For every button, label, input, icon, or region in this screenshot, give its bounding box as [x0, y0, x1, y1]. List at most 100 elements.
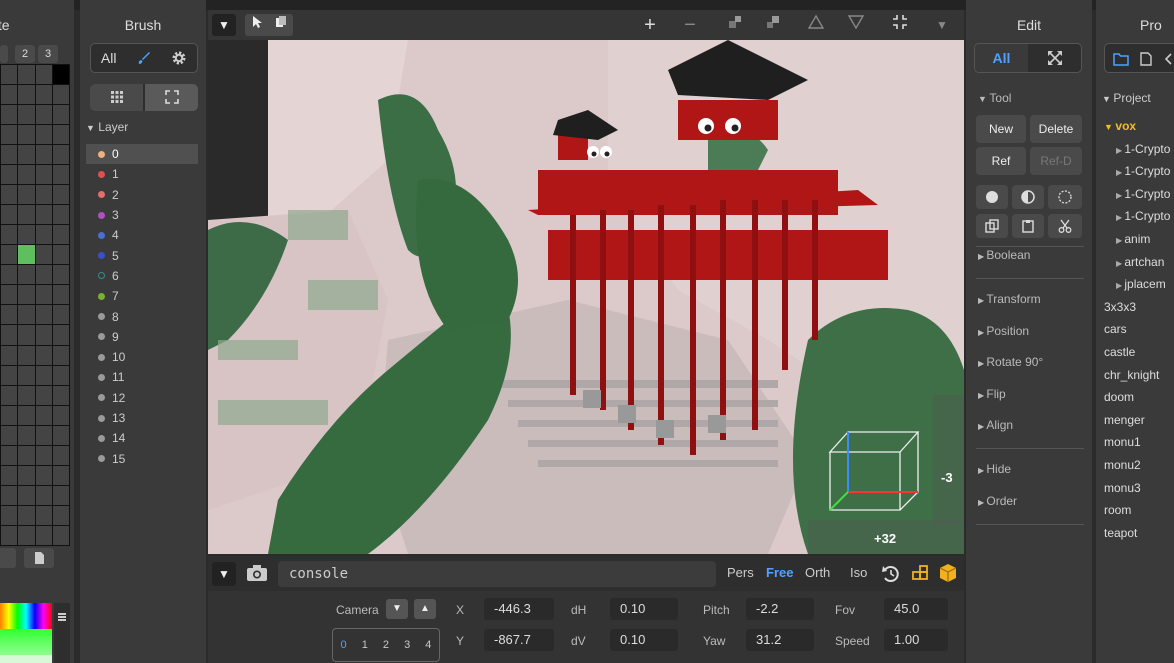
palette-swatch[interactable] [1, 385, 18, 405]
box-icon[interactable] [939, 563, 957, 586]
palette-swatch[interactable] [18, 65, 35, 85]
project-file[interactable]: chr_knight [1104, 364, 1174, 387]
palette-swatch[interactable] [35, 385, 52, 405]
palette-swatch[interactable] [52, 65, 69, 85]
palette-swatch[interactable] [35, 245, 52, 265]
brush-mode-all[interactable]: All [91, 44, 126, 72]
project-subfolder[interactable]: ▶ 1-Crypto [1104, 183, 1174, 206]
new-button[interactable]: New [976, 115, 1026, 143]
palette-swatch[interactable] [1, 505, 18, 525]
layer-item[interactable]: 5 [86, 245, 198, 265]
layer-item[interactable]: 6 [86, 266, 198, 286]
console-menu-button[interactable]: ▼ [212, 562, 236, 586]
palette-swatch[interactable] [1, 105, 18, 125]
palette-swatch[interactable] [52, 445, 69, 465]
layer-item[interactable]: 3 [86, 205, 198, 225]
palette-swatch[interactable] [18, 205, 35, 225]
palette-swatch[interactable] [1, 85, 18, 105]
grid-view-button[interactable] [90, 84, 143, 111]
camera-slot-2[interactable]: 2 [383, 639, 389, 651]
camera-slot-1[interactable]: 1 [362, 639, 368, 651]
shrink-icon[interactable] [723, 14, 747, 36]
x-field[interactable]: -446.3 [484, 598, 554, 620]
palette-swatch[interactable] [1, 325, 18, 345]
yaw-field[interactable]: 31.2 [746, 629, 814, 651]
paste-button[interactable] [1012, 214, 1044, 238]
palette-swatch[interactable] [52, 345, 69, 365]
speed-field[interactable]: 1.00 [884, 629, 948, 651]
palette-swatch[interactable] [35, 65, 52, 85]
project-subfolder[interactable]: ▶ artchan [1104, 251, 1174, 274]
palette-swatch[interactable] [1, 65, 18, 85]
palette-tab-3[interactable]: 3 [38, 45, 58, 63]
project-subfolder[interactable]: ▶ 1-Crypto [1104, 138, 1174, 161]
palette-swatch[interactable] [18, 165, 35, 185]
palette-file-button[interactable] [24, 548, 54, 568]
color-picker-scroll[interactable] [54, 603, 70, 663]
palette-swatch[interactable] [52, 405, 69, 425]
project-file[interactable]: 3x3x3 [1104, 296, 1174, 319]
palette-swatch[interactable] [35, 85, 52, 105]
camera-next-button[interactable]: ▲ [414, 599, 436, 619]
project-file[interactable]: monu3 [1104, 477, 1174, 500]
layer-item[interactable]: 7 [86, 286, 198, 306]
palette-swatch[interactable] [1, 305, 18, 325]
palette-swatch[interactable] [1, 125, 18, 145]
camera-slot-0[interactable]: 0 [341, 639, 347, 651]
palette-swatch[interactable] [35, 205, 52, 225]
layer-item[interactable]: 8 [86, 306, 198, 326]
triangle-up-icon[interactable] [804, 14, 828, 36]
palette-swatch[interactable] [18, 285, 35, 305]
palette-swatch[interactable] [1, 145, 18, 165]
projection-orth[interactable]: Orth [805, 565, 830, 580]
layer-item[interactable]: 4 [86, 225, 198, 245]
project-file[interactable]: menger [1104, 409, 1174, 432]
palette-swatch[interactable] [52, 285, 69, 305]
palette-swatch[interactable] [18, 145, 35, 165]
projection-pers[interactable]: Pers [727, 565, 754, 580]
camera-icon[interactable] [246, 564, 268, 585]
copy-button[interactable] [976, 214, 1008, 238]
project-file[interactable]: teapot [1104, 522, 1174, 545]
fit-icon[interactable] [888, 14, 912, 36]
project-file[interactable]: castle [1104, 341, 1174, 364]
dotted-circle-button[interactable] [1048, 185, 1082, 209]
palette-swatch[interactable] [35, 425, 52, 445]
palette-swatch[interactable] [1, 365, 18, 385]
palette-swatch[interactable] [52, 485, 69, 505]
edit-section-hide[interactable]: ▶ Hide [978, 462, 1011, 476]
triangle-down-icon[interactable] [844, 14, 868, 36]
project-subfolder[interactable]: ▶ jplacem [1104, 273, 1174, 296]
palette-swatch[interactable] [52, 105, 69, 125]
palette-swatch[interactable] [52, 505, 69, 525]
ref-d-button[interactable]: Ref-D [1030, 147, 1082, 175]
project-subfolder[interactable]: ▶ 1-Crypto [1104, 205, 1174, 228]
palette-color-grid[interactable] [0, 64, 70, 546]
palette-swatch[interactable] [35, 305, 52, 325]
file-icon[interactable] [1139, 52, 1153, 66]
palette-swatch[interactable] [35, 465, 52, 485]
palette-swatch[interactable] [35, 345, 52, 365]
pitch-field[interactable]: -2.2 [746, 598, 814, 620]
palette-swatch[interactable] [18, 325, 35, 345]
copy-tool-button[interactable] [269, 14, 293, 36]
palette-swatch[interactable] [18, 465, 35, 485]
projection-free[interactable]: Free [766, 565, 793, 580]
layer-item[interactable]: 13 [86, 408, 198, 428]
palette-swatch[interactable] [35, 265, 52, 285]
palette-swatch[interactable] [1, 285, 18, 305]
palette-swatch[interactable] [35, 105, 52, 125]
palette-swatch[interactable] [52, 465, 69, 485]
layer-item[interactable]: 2 [86, 185, 198, 205]
palette-swatch[interactable] [1, 185, 18, 205]
palette-swatch[interactable] [52, 265, 69, 285]
frame-grid-icon[interactable] [911, 564, 929, 585]
delete-button[interactable]: Delete [1030, 115, 1082, 143]
layer-item[interactable]: 12 [86, 388, 198, 408]
palette-swatch[interactable] [52, 145, 69, 165]
palette-swatch[interactable] [18, 525, 35, 545]
palette-swatch[interactable] [35, 285, 52, 305]
edit-section-transform[interactable]: ▶ Transform [978, 292, 1041, 306]
cut-button[interactable] [1048, 214, 1082, 238]
layer-item[interactable]: 10 [86, 347, 198, 367]
